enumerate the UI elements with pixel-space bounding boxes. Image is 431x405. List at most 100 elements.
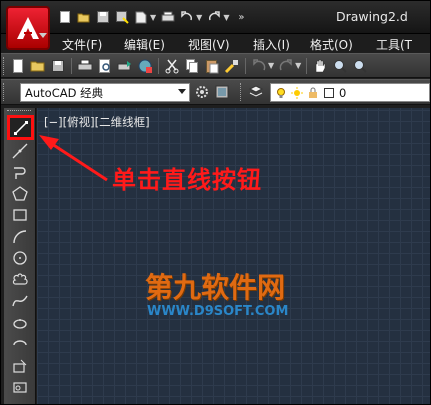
toolbar-grip[interactable] bbox=[3, 57, 6, 75]
ellipse-arc-button[interactable] bbox=[9, 334, 31, 354]
polygon-button[interactable] bbox=[9, 184, 31, 204]
line-icon bbox=[13, 120, 28, 135]
construction-line-icon bbox=[12, 143, 28, 159]
menu-format[interactable]: 格式(O) bbox=[310, 36, 353, 53]
standard-toolbar: ▼ ▼ bbox=[0, 53, 431, 78]
my-workspace-icon[interactable] bbox=[214, 83, 230, 100]
chevron-down-icon[interactable] bbox=[39, 33, 47, 38]
layer-dropdown[interactable]: 0 bbox=[270, 83, 430, 102]
revision-cloud-button[interactable] bbox=[9, 270, 31, 290]
sun-icon bbox=[291, 86, 303, 99]
cut-icon[interactable] bbox=[164, 57, 180, 74]
chevron-down-icon[interactable]: ▼ bbox=[223, 13, 229, 22]
autocad-logo-icon bbox=[17, 17, 39, 39]
viewport-controls-label[interactable]: [−][俯视][二维线框] bbox=[44, 114, 150, 130]
publish-icon[interactable] bbox=[134, 10, 148, 24]
menu-file[interactable]: 文件(F) bbox=[62, 36, 102, 53]
draw-toolbar bbox=[4, 108, 36, 405]
workspace-tools bbox=[194, 83, 230, 100]
toolbar-separator bbox=[306, 57, 308, 74]
lightbulb-icon bbox=[277, 87, 285, 98]
revision-cloud-icon bbox=[12, 273, 28, 285]
spline-button[interactable] bbox=[9, 291, 31, 311]
annotation-arrow-icon bbox=[39, 135, 108, 182]
drawing-canvas[interactable]: [−][俯视][二维线框] 单击直线按钮 第九软件网 WWW.D9SOFT.CO… bbox=[37, 108, 431, 405]
application-menu-button[interactable] bbox=[6, 6, 50, 50]
title-bar: ▼ ▼ ▼ » Drawing2.d bbox=[0, 0, 431, 34]
layer-tools bbox=[248, 83, 264, 100]
ellipse-button[interactable] bbox=[9, 313, 31, 333]
paste-icon[interactable] bbox=[204, 57, 220, 74]
chevron-down-icon[interactable]: ▼ bbox=[268, 61, 274, 70]
toolbar-separator bbox=[245, 57, 246, 74]
watermark: 第九软件网 WWW.D9SOFT.COM bbox=[145, 266, 325, 332]
toolbar-grip[interactable] bbox=[7, 110, 31, 113]
chevron-down-icon[interactable]: ▼ bbox=[196, 13, 202, 22]
undo-icon[interactable] bbox=[180, 10, 194, 24]
print-preview-icon[interactable] bbox=[97, 57, 113, 74]
redo-icon[interactable] bbox=[207, 10, 221, 24]
circle-button[interactable] bbox=[9, 248, 31, 268]
circle-icon bbox=[13, 251, 27, 265]
color-swatch-icon bbox=[324, 87, 334, 98]
autocad-window: ▼ ▼ ▼ » Drawing2.d 文件(F) 编辑(E) 视图(V) 插入(… bbox=[0, 0, 431, 405]
insert-block-button[interactable] bbox=[9, 356, 31, 376]
watermark-url: WWW.D9SOFT.COM bbox=[147, 304, 289, 319]
quick-access-toolbar: ▼ ▼ ▼ » bbox=[58, 8, 248, 26]
workspace-settings-icon[interactable] bbox=[194, 83, 210, 100]
make-block-icon bbox=[13, 382, 27, 393]
spline-icon bbox=[12, 295, 28, 307]
zoom-realtime-icon[interactable] bbox=[332, 57, 348, 74]
toolbar-grip[interactable] bbox=[3, 83, 6, 101]
layer-properties-icon[interactable] bbox=[248, 83, 264, 100]
rectangle-button[interactable] bbox=[9, 205, 31, 225]
open-icon[interactable] bbox=[77, 10, 91, 24]
insert-block-icon bbox=[13, 359, 27, 373]
lock-icon bbox=[309, 87, 317, 98]
arc-button[interactable] bbox=[9, 227, 31, 247]
polyline-icon bbox=[14, 167, 26, 179]
toolbar-group-file: ▼ ▼ bbox=[10, 57, 368, 74]
copy-icon[interactable] bbox=[184, 57, 200, 74]
match-properties-icon[interactable] bbox=[224, 57, 240, 74]
workspace-value: AutoCAD 经典 bbox=[25, 86, 104, 100]
toolbar-grip[interactable] bbox=[240, 83, 243, 101]
menu-insert[interactable]: 插入(I) bbox=[253, 36, 290, 53]
menu-tools[interactable]: 工具(T bbox=[376, 36, 412, 53]
polygon-icon bbox=[12, 186, 28, 201]
print-icon[interactable] bbox=[77, 57, 93, 74]
line-button[interactable] bbox=[7, 115, 34, 140]
new-icon[interactable] bbox=[10, 57, 26, 74]
chevron-down-icon[interactable]: ▼ bbox=[295, 61, 301, 70]
chevron-down-icon[interactable]: ▼ bbox=[150, 13, 156, 22]
polyline-button[interactable] bbox=[9, 163, 31, 183]
watermark-title: 第九软件网 bbox=[145, 271, 286, 304]
more-icon[interactable]: » bbox=[234, 10, 248, 24]
save-icon[interactable] bbox=[96, 10, 110, 24]
zoom-window-icon[interactable] bbox=[352, 57, 368, 74]
ellipse-arc-icon bbox=[13, 340, 27, 346]
rectangle-icon bbox=[13, 209, 27, 221]
make-block-button[interactable] bbox=[9, 377, 31, 397]
layer-value: 0 bbox=[339, 85, 347, 100]
3d-dwf-icon[interactable] bbox=[137, 57, 153, 74]
construction-line-button[interactable] bbox=[9, 141, 31, 161]
arc-icon bbox=[13, 230, 27, 244]
workspace-dropdown[interactable]: AutoCAD 经典 bbox=[20, 83, 190, 102]
undo-icon[interactable] bbox=[251, 57, 267, 74]
publish-icon[interactable] bbox=[117, 57, 133, 74]
menu-view[interactable]: 视图(V) bbox=[188, 36, 230, 53]
print-icon[interactable] bbox=[161, 10, 175, 24]
pan-icon[interactable] bbox=[312, 57, 328, 74]
save-icon[interactable] bbox=[50, 57, 66, 74]
new-icon[interactable] bbox=[58, 10, 72, 24]
annotation-text: 单击直线按钮 bbox=[112, 166, 262, 194]
menu-bar: 文件(F) 编辑(E) 视图(V) 插入(I) 格式(O) 工具(T bbox=[0, 34, 431, 52]
chevron-down-icon[interactable] bbox=[178, 89, 186, 94]
saveas-icon[interactable] bbox=[115, 10, 129, 24]
document-title: Drawing2.d bbox=[336, 9, 408, 24]
redo-icon[interactable] bbox=[278, 57, 294, 74]
toolbar-separator bbox=[158, 57, 159, 74]
menu-edit[interactable]: 编辑(E) bbox=[124, 36, 165, 53]
open-icon[interactable] bbox=[30, 57, 46, 74]
